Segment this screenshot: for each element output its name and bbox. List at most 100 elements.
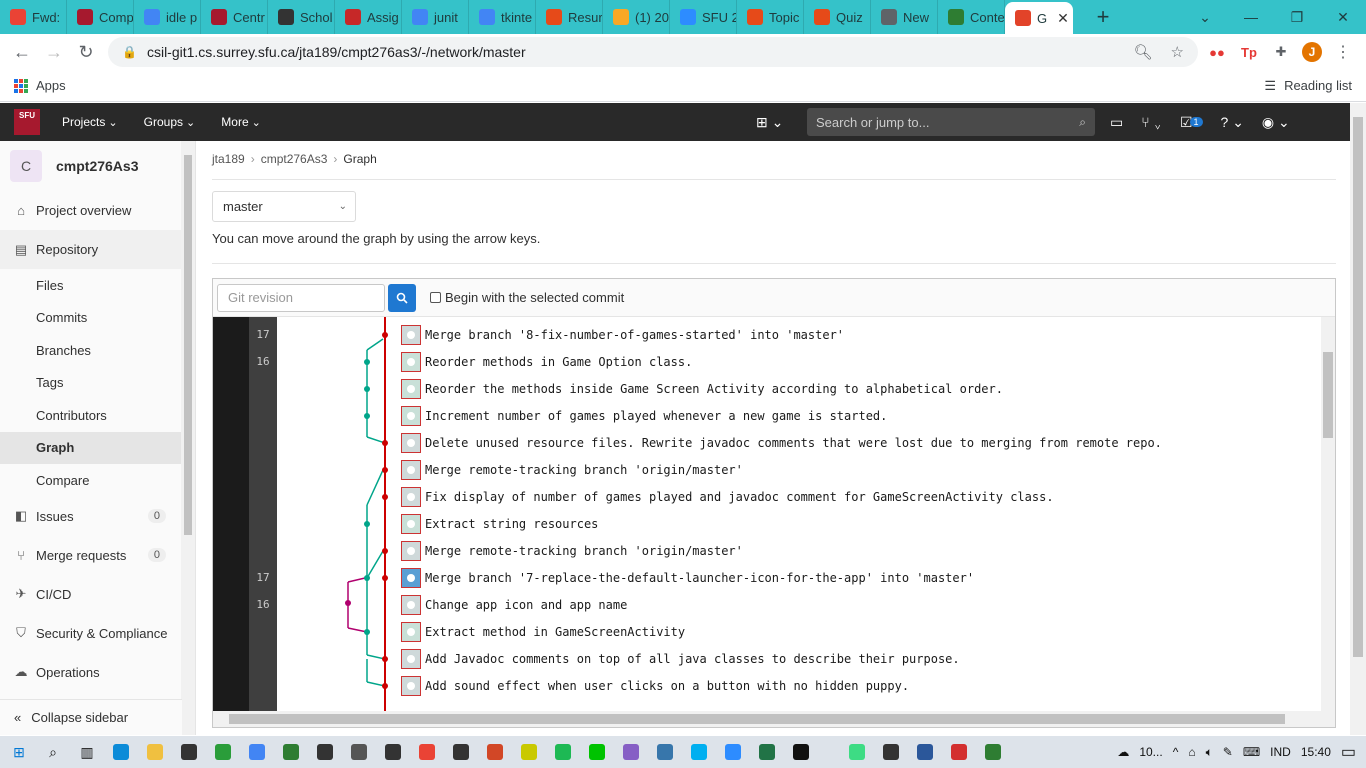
sidebar-item-security[interactable]: ⛉ Security & Compliance	[0, 614, 182, 653]
sidebar-item-compare[interactable]: Compare	[0, 464, 182, 497]
android-icon[interactable]	[840, 736, 874, 768]
skype-icon[interactable]	[682, 736, 716, 768]
commit-message[interactable]: Add Javadoc comments on top of all java …	[425, 652, 960, 666]
scrollbar-thumb[interactable]	[229, 714, 1285, 724]
visual-studio-icon[interactable]	[614, 736, 648, 768]
language-indicator[interactable]: IND	[1270, 745, 1291, 759]
commit-author-avatar[interactable]	[401, 595, 421, 615]
sidebar-item-merge-requests[interactable]: ⑂ Merge requests 0	[0, 536, 182, 575]
browser-tab[interactable]: junit	[402, 0, 469, 34]
commit-row[interactable]: Fix display of number of games played an…	[401, 486, 1054, 508]
merge-requests-nav-icon[interactable]: ⑂ ⌄	[1141, 114, 1162, 130]
commit-author-avatar[interactable]	[401, 541, 421, 561]
browser-tab[interactable]: Quiz	[804, 0, 871, 34]
browser-tab[interactable]: Centr	[201, 0, 268, 34]
game-icon[interactable]	[342, 736, 376, 768]
extensions-puzzle-icon[interactable]: ✚	[1270, 42, 1292, 62]
browser-tab[interactable]: Assig	[335, 0, 402, 34]
graph-canvas[interactable]: 17 Merge branch '8-fix-number-of-games-st…	[213, 317, 1335, 711]
commit-row[interactable]: Merge remote-tracking branch 'origin/mas…	[401, 459, 743, 481]
commit-message[interactable]: Merge branch '8-fix-number-of-games-star…	[425, 328, 844, 342]
commit-author-avatar[interactable]	[401, 325, 421, 345]
weather-icon[interactable]: ☁	[1117, 745, 1129, 759]
store-icon[interactable]	[172, 736, 206, 768]
google-icon[interactable]	[240, 736, 274, 768]
task-view-icon[interactable]: ▥	[70, 736, 104, 768]
steam-icon[interactable]	[376, 736, 410, 768]
commit-message[interactable]: Extract method in GameScreenActivity	[425, 625, 685, 639]
commit-author-avatar[interactable]	[401, 514, 421, 534]
browser-tab[interactable]: Fwd:	[0, 0, 67, 34]
commit-author-avatar[interactable]	[401, 406, 421, 426]
new-item-dropdown-icon[interactable]: ⊞ ⌄	[756, 114, 783, 131]
volume-icon[interactable]: 🔈︎	[1206, 745, 1213, 760]
nav-menu-groups[interactable]: Groups	[144, 115, 196, 129]
checkbox-box[interactable]	[430, 292, 441, 303]
spotify-icon[interactable]	[546, 736, 580, 768]
user-avatar-icon[interactable]: ◉ ⌄	[1262, 114, 1290, 131]
tab-search-icon[interactable]: ⌄	[1182, 9, 1228, 26]
browser-tab[interactable]: Resur	[536, 0, 603, 34]
commit-row[interactable]: Add sound effect when user clicks on a b…	[401, 675, 909, 697]
commit-message[interactable]: Merge remote-tracking branch 'origin/mas…	[425, 463, 743, 477]
notepad-icon[interactable]	[512, 736, 546, 768]
new-tab-button[interactable]: +	[1089, 4, 1117, 30]
scrollbar-thumb[interactable]	[1353, 117, 1363, 657]
bookmark-star-icon[interactable]: ☆	[1171, 43, 1184, 61]
commit-message[interactable]: Add sound effect when user clicks on a b…	[425, 679, 909, 693]
keyboard-icon[interactable]: ⌨	[1243, 745, 1260, 759]
browser-tab[interactable]: Schol	[268, 0, 335, 34]
zoom-icon[interactable]	[716, 736, 750, 768]
app-icon-green[interactable]	[976, 736, 1010, 768]
pen-icon[interactable]: ✎	[1223, 745, 1233, 759]
sidebar-item-issues[interactable]: ◧ Issues 0	[0, 497, 182, 536]
extension-people-icon[interactable]: ●●	[1206, 42, 1228, 62]
zoom-icon[interactable]: 🔍︎	[1134, 43, 1153, 61]
commit-message[interactable]: Increment number of games played wheneve…	[425, 409, 887, 423]
restore-button[interactable]: ❐	[1274, 9, 1320, 26]
calculator-icon[interactable]	[308, 736, 342, 768]
commit-message[interactable]: Merge remote-tracking branch 'origin/mas…	[425, 544, 743, 558]
commit-message[interactable]: Extract string resources	[425, 517, 598, 531]
breadcrumb-project[interactable]: cmpt276As3	[261, 152, 328, 166]
commit-row[interactable]: Merge remote-tracking branch 'origin/mas…	[401, 540, 743, 562]
sidebar-item-operations[interactable]: ☁ Operations	[0, 653, 182, 692]
forward-icon[interactable]: →	[38, 42, 70, 63]
back-icon[interactable]: ←	[6, 42, 38, 63]
sidebar-item-project-overview[interactable]: ⌂ Project overview	[0, 191, 182, 230]
commit-message[interactable]: Merge branch '7-replace-the-default-laun…	[425, 571, 974, 585]
issues-nav-icon[interactable]: ▭	[1110, 114, 1123, 131]
commit-author-avatar[interactable]	[401, 352, 421, 372]
edge-icon[interactable]	[104, 736, 138, 768]
close-window-button[interactable]: ✕	[1320, 9, 1366, 26]
browser-tab[interactable]: idle p	[134, 0, 201, 34]
project-header[interactable]: C cmpt276As3	[0, 141, 195, 191]
breadcrumb-current[interactable]: Graph	[343, 152, 376, 166]
browser-tab[interactable]: G ✕	[1005, 2, 1073, 34]
scrollbar-thumb[interactable]	[1323, 352, 1333, 438]
commit-author-avatar[interactable]	[401, 622, 421, 642]
minimize-button[interactable]: —	[1228, 9, 1274, 25]
address-bar[interactable]: 🔒 csil-git1.cs.surrey.sfu.ca/jta189/cmpt…	[108, 37, 1198, 67]
profile-avatar[interactable]: J	[1302, 42, 1322, 62]
graph-vertical-scrollbar[interactable]	[1321, 317, 1335, 711]
commit-message[interactable]: Change app icon and app name	[425, 598, 627, 612]
browser-tab[interactable]: Comp	[67, 0, 134, 34]
reload-icon[interactable]: ↻	[70, 42, 102, 63]
breadcrumb-user[interactable]: jta189	[212, 152, 245, 166]
commit-author-avatar[interactable]	[401, 568, 421, 588]
begin-selected-checkbox[interactable]: Begin with the selected commit	[430, 290, 624, 305]
sidebar-item-cicd[interactable]: ✈ CI/CD	[0, 575, 182, 614]
commit-message[interactable]: Reorder the methods inside Game Screen A…	[425, 382, 1003, 396]
commit-row[interactable]: Extract string resources	[401, 513, 598, 535]
browser-tab[interactable]: Conte	[938, 0, 1005, 34]
commit-row[interactable]: Change app icon and app name	[401, 594, 627, 616]
commit-row[interactable]: Reorder the methods inside Game Screen A…	[401, 378, 1003, 400]
python-icon[interactable]	[648, 736, 682, 768]
sidebar-item-tags[interactable]: Tags	[0, 367, 182, 400]
clock[interactable]: 15:40	[1301, 745, 1331, 759]
commit-message[interactable]: Fix display of number of games played an…	[425, 490, 1054, 504]
sidebar-item-repository[interactable]: ▤ Repository	[0, 230, 182, 269]
search-icon[interactable]: ⌕	[36, 736, 70, 768]
todos-icon[interactable]: ☑ 1	[1180, 114, 1203, 131]
